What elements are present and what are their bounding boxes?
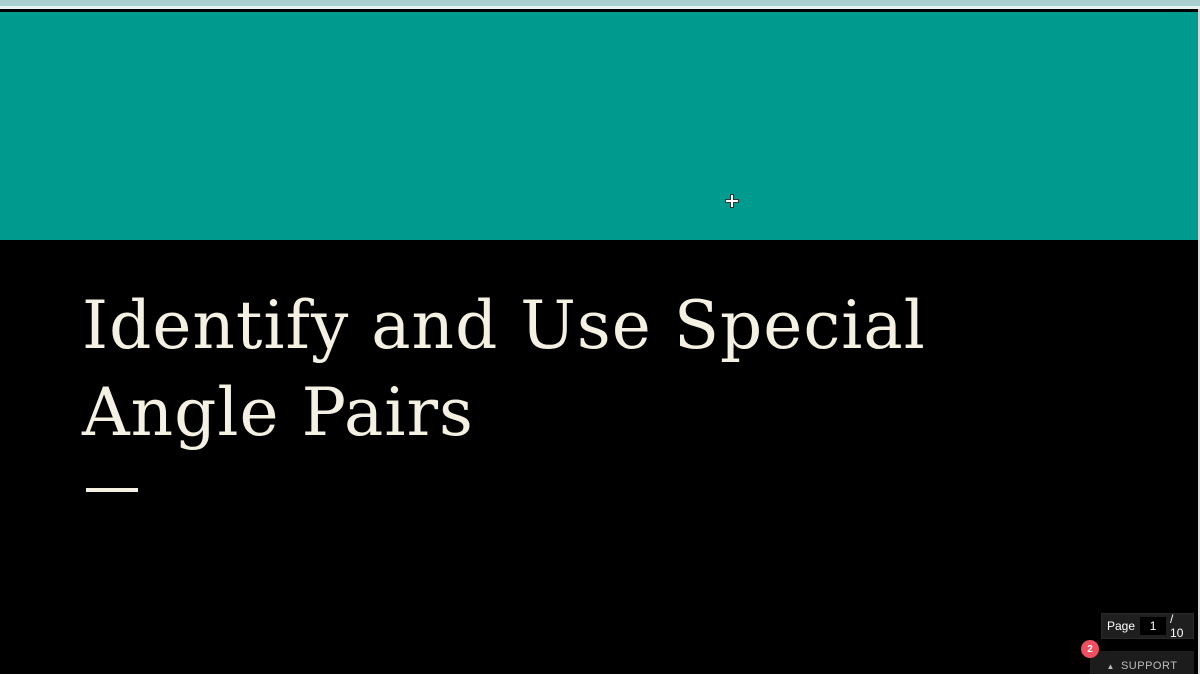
page-label: Page	[1107, 619, 1136, 633]
slide-title: Identify and Use Special Angle Pairs	[82, 287, 926, 451]
page-total: / 10	[1170, 612, 1184, 640]
page-number-input[interactable]	[1140, 617, 1167, 635]
notification-badge[interactable]: 2	[1081, 640, 1099, 658]
support-button[interactable]: ▲ SUPPORT	[1090, 651, 1194, 674]
slide-header-band	[0, 12, 1198, 240]
title-underline	[86, 488, 138, 492]
crosshair-cursor-icon	[725, 194, 739, 208]
caret-up-icon: ▲	[1106, 662, 1115, 671]
support-label: SUPPORT	[1120, 660, 1178, 672]
page-indicator: Page / 10	[1101, 612, 1194, 640]
